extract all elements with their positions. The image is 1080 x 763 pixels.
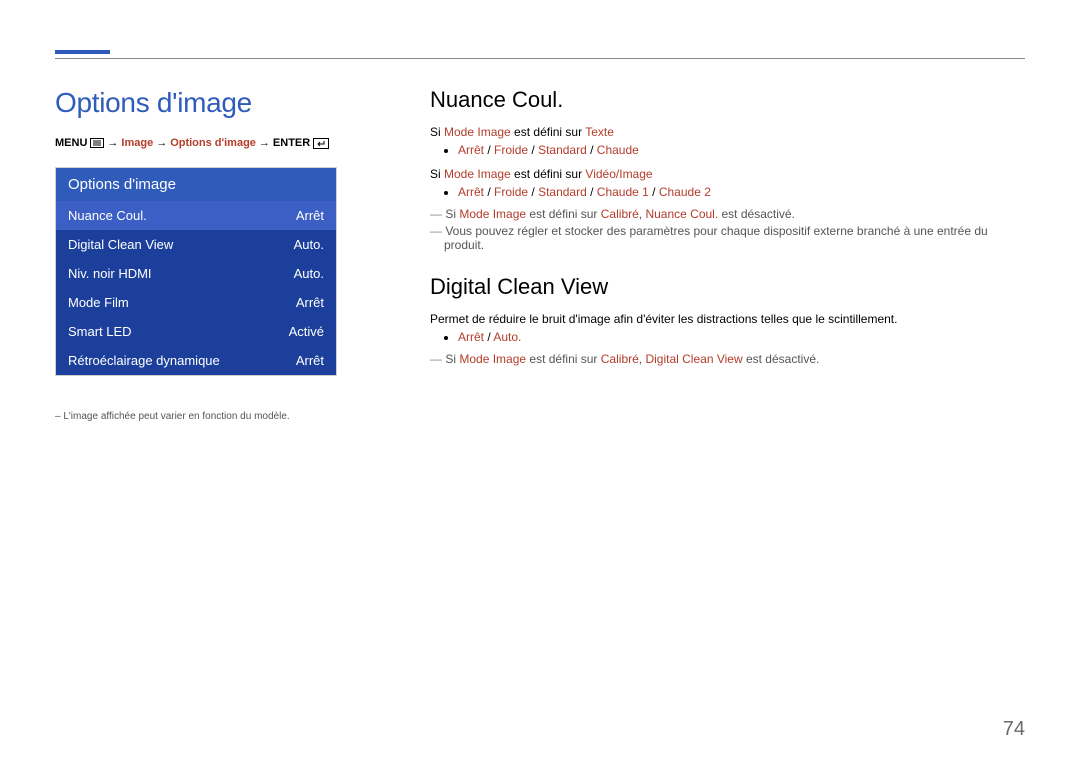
page-number: 74 bbox=[1003, 718, 1025, 741]
option-value: Standard bbox=[538, 185, 587, 199]
option-value: Arrêt bbox=[458, 143, 484, 157]
option-value: Chaude bbox=[597, 143, 639, 157]
option-value: Auto. bbox=[493, 330, 521, 344]
dcv-note-calibre: Si Mode Image est défini sur Calibré, Di… bbox=[430, 352, 1025, 366]
menu-row-value: Auto. bbox=[294, 266, 324, 281]
breadcrumb-enter-label: ENTER bbox=[273, 137, 310, 149]
top-accent-bar bbox=[55, 50, 110, 54]
options-menu-panel: Options d'image Nuance Coul. Arrêt Digital… bbox=[55, 167, 337, 376]
section-heading: Options d'image bbox=[55, 87, 375, 119]
nuance-note-calibre: Si Mode Image est défini sur Calibré, Nu… bbox=[430, 207, 1025, 221]
text: Si bbox=[430, 167, 444, 181]
text: est défini sur bbox=[526, 352, 601, 366]
nuance-ref: Nuance Coul. bbox=[645, 207, 718, 221]
nuance-bullets-texte: Arrêt / Froide / Standard / Chaude bbox=[430, 143, 1025, 157]
menu-row-value: Arrêt bbox=[296, 208, 324, 223]
menu-row[interactable]: Rétroéclairage dynamique Arrêt bbox=[56, 346, 336, 375]
menu-row[interactable]: Nuance Coul. Arrêt bbox=[56, 201, 336, 230]
breadcrumb-arrow: → bbox=[156, 137, 167, 149]
separator: / bbox=[484, 143, 494, 157]
menu-row[interactable]: Smart LED Activé bbox=[56, 317, 336, 346]
menu-panel-body: Nuance Coul. Arrêt Digital Clean View Auto.… bbox=[56, 201, 336, 375]
breadcrumb-arrow: → bbox=[259, 137, 270, 149]
nuance-line1: Si Mode Image est défini sur Texte bbox=[430, 123, 1025, 141]
model-footnote: – L'image affichée peut varier en foncti… bbox=[55, 411, 375, 422]
menu-panel-title: Options d'image bbox=[56, 168, 336, 201]
text: est défini sur bbox=[526, 207, 601, 221]
menu-row-label: Digital Clean View bbox=[68, 237, 173, 252]
separator: / bbox=[587, 143, 597, 157]
dcv-desc: Permet de réduire le bruit d'image afin … bbox=[430, 310, 1025, 328]
menu-row-value: Arrêt bbox=[296, 353, 324, 368]
menu-row-label: Smart LED bbox=[68, 324, 132, 339]
menu-row[interactable]: Niv. noir HDMI Auto. bbox=[56, 259, 336, 288]
dcv-heading: Digital Clean View bbox=[430, 274, 1025, 300]
option-value: Arrêt bbox=[458, 330, 484, 344]
option-list: Arrêt / Auto. bbox=[458, 330, 1025, 344]
text: Si bbox=[430, 125, 444, 139]
menu-row-value: Auto. bbox=[294, 237, 324, 252]
texte-ref: Texte bbox=[585, 125, 614, 139]
separator: / bbox=[528, 143, 538, 157]
option-value: Froide bbox=[494, 185, 528, 199]
separator: / bbox=[528, 185, 538, 199]
text: est défini sur bbox=[511, 167, 586, 181]
menu-row[interactable]: Mode Film Arrêt bbox=[56, 288, 336, 317]
mode-image-ref: Mode Image bbox=[459, 352, 526, 366]
menu-row[interactable]: Digital Clean View Auto. bbox=[56, 230, 336, 259]
menu-row-value: Activé bbox=[289, 324, 324, 339]
breadcrumb: MENU → Image → Options d'image → ENTER bbox=[55, 137, 375, 149]
menu-icon bbox=[90, 137, 104, 149]
mode-image-ref: Mode Image bbox=[444, 125, 511, 139]
option-list: Arrêt / Froide / Standard / Chaude bbox=[458, 143, 1025, 157]
menu-row-label: Rétroéclairage dynamique bbox=[68, 353, 220, 368]
separator: / bbox=[484, 330, 493, 344]
video-image-ref: Vidéo/Image bbox=[585, 167, 652, 181]
option-value: Standard bbox=[538, 143, 587, 157]
breadcrumb-arrow: → bbox=[107, 137, 118, 149]
nuance-bullets-video: Arrêt / Froide / Standard / Chaude 1 / C… bbox=[430, 185, 1025, 199]
calibre-ref: Calibré bbox=[601, 352, 639, 366]
enter-icon bbox=[313, 137, 329, 149]
menu-row-label: Niv. noir HDMI bbox=[68, 266, 152, 281]
text: est désactivé. bbox=[718, 207, 795, 221]
top-rule bbox=[55, 58, 1025, 59]
option-value: Chaude 2 bbox=[659, 185, 711, 199]
text: est défini sur bbox=[511, 125, 585, 139]
option-value: Chaude 1 bbox=[597, 185, 649, 199]
nuance-note-external: Vous pouvez régler et stocker des paramè… bbox=[430, 224, 1025, 252]
separator: / bbox=[484, 185, 494, 199]
menu-row-value: Arrêt bbox=[296, 295, 324, 310]
nuance-line2: Si Mode Image est défini sur Vidéo/Image bbox=[430, 165, 1025, 183]
text: Si bbox=[445, 207, 459, 221]
mode-image-ref: Mode Image bbox=[459, 207, 526, 221]
text: est désactivé. bbox=[743, 352, 820, 366]
dcv-bullets: Arrêt / Auto. bbox=[430, 330, 1025, 344]
menu-row-label: Mode Film bbox=[68, 295, 129, 310]
breadcrumb-image: Image bbox=[121, 137, 153, 149]
option-value: Froide bbox=[494, 143, 528, 157]
option-value: Arrêt bbox=[458, 185, 484, 199]
separator: / bbox=[649, 185, 659, 199]
breadcrumb-menu-label: MENU bbox=[55, 137, 87, 149]
menu-row-label: Nuance Coul. bbox=[68, 208, 147, 223]
breadcrumb-options: Options d'image bbox=[170, 137, 256, 149]
separator: / bbox=[587, 185, 597, 199]
text: Vous pouvez régler et stocker des paramè… bbox=[444, 224, 988, 252]
mode-image-ref: Mode Image bbox=[444, 167, 511, 181]
option-list: Arrêt / Froide / Standard / Chaude 1 / C… bbox=[458, 185, 1025, 199]
text: Si bbox=[445, 352, 459, 366]
dcv-ref: Digital Clean View bbox=[645, 352, 742, 366]
calibre-ref: Calibré bbox=[601, 207, 639, 221]
nuance-heading: Nuance Coul. bbox=[430, 87, 1025, 113]
